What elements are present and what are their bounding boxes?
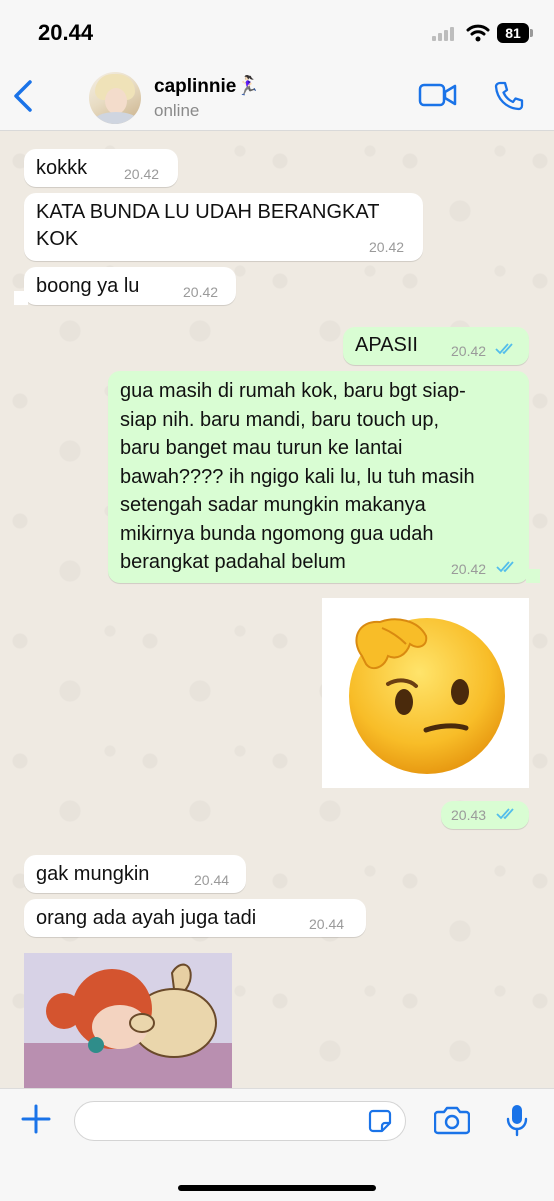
incoming-message[interactable]: kokkk 20.42 — [24, 149, 178, 187]
message-text: gua masih di rumah kok, baru bgt siap- s… — [120, 377, 475, 577]
message-text: APASII — [355, 334, 418, 356]
read-receipt-icon — [495, 343, 513, 355]
message-time: 20.44 — [194, 872, 230, 888]
cartoon-image — [24, 953, 232, 1088]
message-input-field[interactable] — [74, 1101, 406, 1141]
message-text: orang ada ayah juga tadi — [36, 907, 257, 929]
contact-name[interactable]: caplinnie🏃🏻‍♀️ — [154, 74, 260, 98]
message-line: baru banget mau turun ke lantai — [120, 437, 403, 459]
incoming-message[interactable]: KATA BUNDA LU UDAH BERANGKAT KOK 20.42 — [24, 193, 423, 261]
chat-header: caplinnie🏃🏻‍♀️ online — [0, 64, 554, 131]
incoming-message[interactable]: boong ya lu 20.42 — [24, 267, 236, 305]
message-time: 20.42 — [451, 343, 487, 359]
bubble-tail — [526, 569, 540, 583]
wifi-icon — [466, 24, 490, 42]
status-time: 20.44 — [38, 20, 94, 45]
message-input[interactable] — [89, 1110, 363, 1132]
outgoing-message[interactable]: APASII 20.42 — [343, 327, 529, 365]
phone-icon[interactable] — [493, 80, 525, 112]
incoming-image[interactable] — [24, 953, 232, 1088]
contact-status: online — [154, 101, 200, 120]
message-line: siap nih. baru mandi, baru touch up, — [120, 408, 440, 431]
message-line: bawah???? ih ngigo kali lu, lu tuh masih — [120, 465, 475, 488]
message-line: gua masih di rumah kok, baru bgt siap- — [120, 380, 466, 402]
message-time: 20.42 — [183, 284, 219, 300]
face-with-hand-on-head-emoji — [349, 618, 505, 774]
message-time: 20.42 — [369, 239, 405, 255]
message-line: KOK — [36, 228, 79, 250]
plus-icon[interactable] — [20, 1103, 52, 1135]
incoming-message[interactable]: orang ada ayah juga tadi 20.44 — [24, 899, 366, 937]
bubble-tail — [14, 291, 28, 305]
message-time: 20.44 — [309, 916, 345, 932]
incoming-message[interactable]: gak mungkin 20.44 — [24, 855, 246, 893]
composer-bar — [0, 1088, 554, 1201]
microphone-icon[interactable] — [505, 1103, 529, 1139]
read-receipt-icon — [496, 561, 514, 573]
sticker-image[interactable] — [322, 598, 529, 788]
message-line: mikirnya bunda ngomong gua udah — [120, 522, 434, 545]
home-indicator — [178, 1185, 376, 1191]
message-list[interactable]: kokkk 20.42 KATA BUNDA LU UDAH BERANGKAT… — [0, 131, 554, 1088]
video-call-icon[interactable] — [418, 82, 458, 108]
message-text: boong ya lu — [36, 275, 140, 297]
message-text: kokkk — [36, 157, 88, 179]
message-line: setengah sadar mungkin makanya — [120, 494, 426, 516]
battery-indicator: 81 — [497, 23, 533, 43]
signal-icon — [432, 27, 454, 41]
avatar[interactable] — [89, 72, 141, 124]
status-bar: 20.44 81 — [0, 0, 554, 64]
message-text: gak mungkin — [36, 863, 150, 885]
outgoing-message[interactable]: gua masih di rumah kok, baru bgt siap- s… — [108, 371, 529, 583]
read-receipt-icon — [496, 808, 514, 820]
message-time: 20.43 — [451, 807, 487, 823]
back-chevron-icon[interactable] — [10, 78, 38, 114]
sticker-icon[interactable] — [368, 1109, 392, 1133]
camera-icon[interactable] — [434, 1105, 470, 1135]
message-text: KATA BUNDA LU UDAH BERANGKAT KOK — [36, 199, 379, 253]
message-time: 20.42 — [451, 561, 487, 577]
message-line: berangkat padahal belum — [120, 551, 346, 573]
message-line: KATA BUNDA LU UDAH BERANGKAT — [36, 201, 380, 223]
message-time: 20.42 — [124, 166, 160, 182]
outgoing-message-meta[interactable]: 20.43 — [441, 801, 529, 829]
